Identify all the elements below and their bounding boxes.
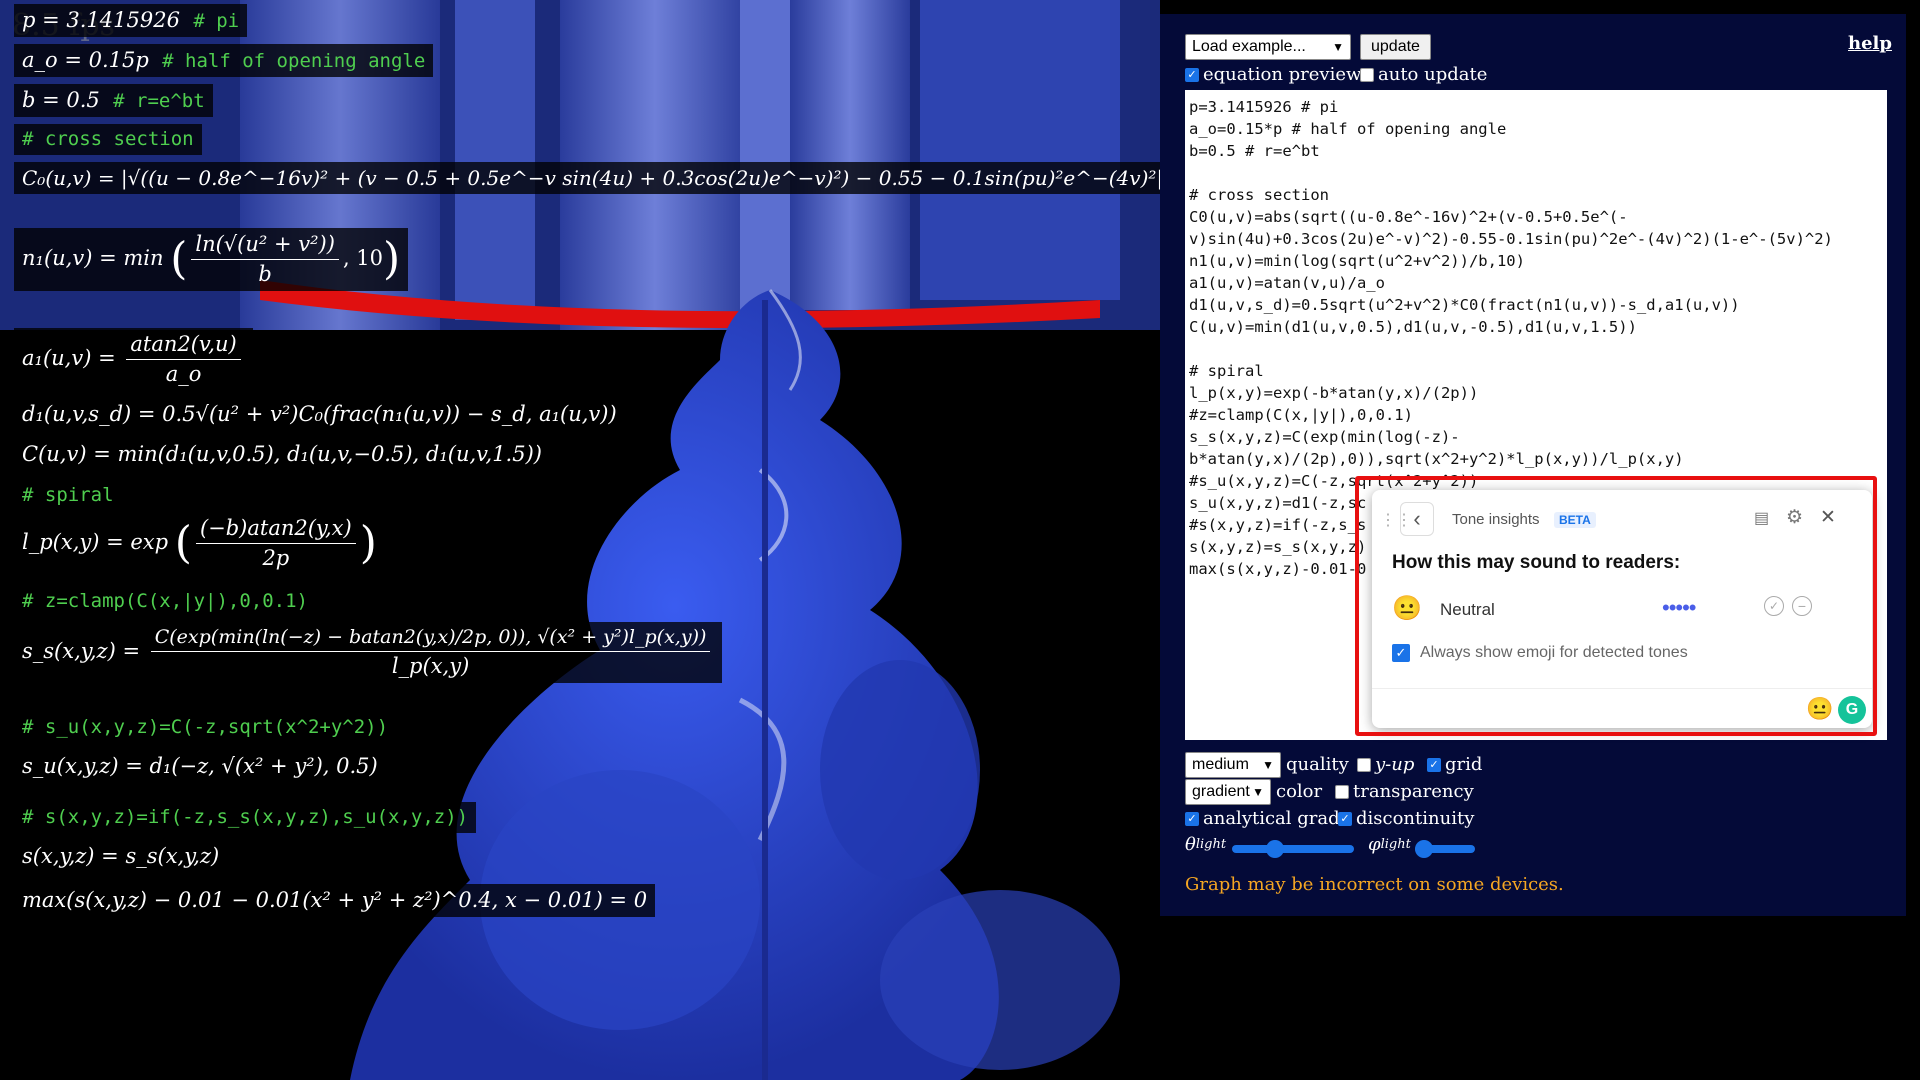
control-panel: Load example... ▼ update help ✓ equation p…	[1160, 14, 1906, 916]
grid-toggle[interactable]: ✓ grid	[1427, 754, 1482, 775]
eq-comment-cross-section: # cross section	[14, 124, 202, 155]
eq-comment-s: # s(x,y,z)=if(-z,s_s(x,y,z),s_u(x,y,z))	[14, 802, 477, 833]
tone-emoji-indicator[interactable]: 😐	[1806, 696, 1833, 722]
check-icon: ✓	[1185, 811, 1199, 826]
eq-b: b = 0.5 # r=e^bt	[14, 84, 213, 118]
device-warning: Graph may be incorrect on some devices.	[1185, 874, 1564, 895]
quality-select[interactable]: medium ▼	[1185, 752, 1281, 778]
eq-a1: a₁(u,v) = atan2(v,u) a_o	[14, 328, 253, 392]
update-button[interactable]: update	[1360, 34, 1431, 60]
phi-light-slider-handle[interactable]	[1415, 840, 1433, 858]
eq-lp: l_p(x,y) = exp ((−b)atan2(y,x) 2p)	[14, 512, 385, 576]
transparency-toggle[interactable]: transparency	[1335, 781, 1474, 802]
example-select[interactable]: Load example... ▼	[1185, 34, 1351, 60]
eq-comment-su: # s_u(x,y,z)=C(-z,sqrt(x^2+y^2))	[14, 712, 397, 743]
phi-light-label: φ light	[1368, 834, 1411, 855]
discontinuity-toggle[interactable]: ✓ discontinuity	[1338, 808, 1474, 829]
check-icon: ✓	[1427, 757, 1441, 772]
beta-badge: BETA	[1554, 512, 1596, 528]
back-chevron-icon[interactable]: ‹	[1400, 502, 1434, 536]
eq-comment-zclamp: # z=clamp(C(x,|y|),0,0.1)	[14, 586, 316, 617]
phi-light-slider[interactable]	[1415, 840, 1475, 858]
chevron-down-icon: ▼	[1252, 785, 1264, 799]
color-select[interactable]: gradient ▼	[1185, 779, 1271, 805]
checkbox-empty-icon	[1360, 67, 1374, 82]
thumbs-up-check-icon[interactable]: ✓	[1764, 596, 1784, 616]
eq-ao: a_o = 0.15p # half of opening angle	[14, 44, 434, 78]
neutral-emoji-icon: 😐	[1392, 595, 1422, 622]
eq-su: s_u(x,y,z) = d₁(−z, √(x² + y²), 0.5)	[14, 750, 386, 784]
gear-icon[interactable]: ⚙	[1786, 506, 1803, 529]
tone-heading: How this may sound to readers:	[1392, 552, 1681, 573]
feedback-icon[interactable]: ▤	[1754, 508, 1769, 528]
color-label: color	[1276, 781, 1323, 802]
eq-s: s(x,y,z) = s_s(x,y,z)	[14, 840, 228, 874]
equation-preview-toggle[interactable]: ✓ equation preview	[1185, 64, 1361, 85]
checkbox-empty-icon	[1335, 784, 1349, 799]
chevron-down-icon: ▼	[1262, 758, 1274, 772]
theta-light-slider[interactable]	[1232, 840, 1354, 858]
theta-light-label: θ light	[1185, 834, 1227, 855]
tone-label: Neutral	[1440, 600, 1495, 619]
tone-insights-popup: ⋮⋮ ‹ Tone insights BETA ▤ ⚙ ✕ How this m…	[1372, 490, 1872, 728]
help-link[interactable]: help	[1848, 33, 1892, 54]
always-show-emoji-toggle[interactable]: ✓ Always show emoji for detected tones	[1392, 644, 1688, 662]
auto-update-toggle[interactable]: auto update	[1360, 64, 1487, 85]
tone-strength-dots: •••••	[1662, 595, 1697, 620]
analytical-grad-toggle[interactable]: ✓ analytical grad	[1185, 808, 1340, 829]
eq-comment-spiral: # spiral	[14, 480, 122, 511]
eq-c: C(u,v) = min(d₁(u,v,0.5), d₁(u,v,−0.5), …	[14, 438, 550, 472]
check-icon: ✓	[1338, 811, 1352, 826]
eq-n1: n₁(u,v) = min (ln(√(u² + v²)) b, 10)	[14, 228, 409, 292]
eq-max: max(s(x,y,z) − 0.01 − 0.01(x² + y² + z²)…	[14, 884, 656, 918]
dismiss-minus-icon[interactable]: −	[1792, 596, 1812, 616]
checkbox-empty-icon	[1357, 757, 1371, 772]
eq-ss: s_s(x,y,z) = C(exp(min(ln(−z) − batan2(y…	[14, 622, 723, 683]
theta-light-slider-handle[interactable]	[1265, 840, 1284, 858]
eq-d1: d₁(u,v,s_d) = 0.5√(u² + v²)C₀(frac(n₁(u,…	[14, 398, 625, 432]
eq-p: p = 3.1415926 # pi	[14, 4, 248, 38]
eq-c0: C₀(u,v) = |√((u − 0.8e^−16v)² + (v − 0.5…	[14, 162, 1322, 194]
chevron-down-icon: ▼	[1332, 40, 1344, 54]
y-up-toggle[interactable]: y-up	[1357, 754, 1414, 775]
grammarly-logo-icon[interactable]: G	[1838, 696, 1866, 724]
check-icon: ✓	[1185, 67, 1199, 82]
close-icon[interactable]: ✕	[1820, 506, 1836, 529]
tone-popup-title: Tone insights	[1452, 511, 1540, 528]
quality-label: quality	[1286, 754, 1349, 775]
check-icon: ✓	[1392, 644, 1410, 662]
equation-preview: p = 3.1415926 # pi a_o = 0.15p # half of…	[0, 0, 1322, 1080]
